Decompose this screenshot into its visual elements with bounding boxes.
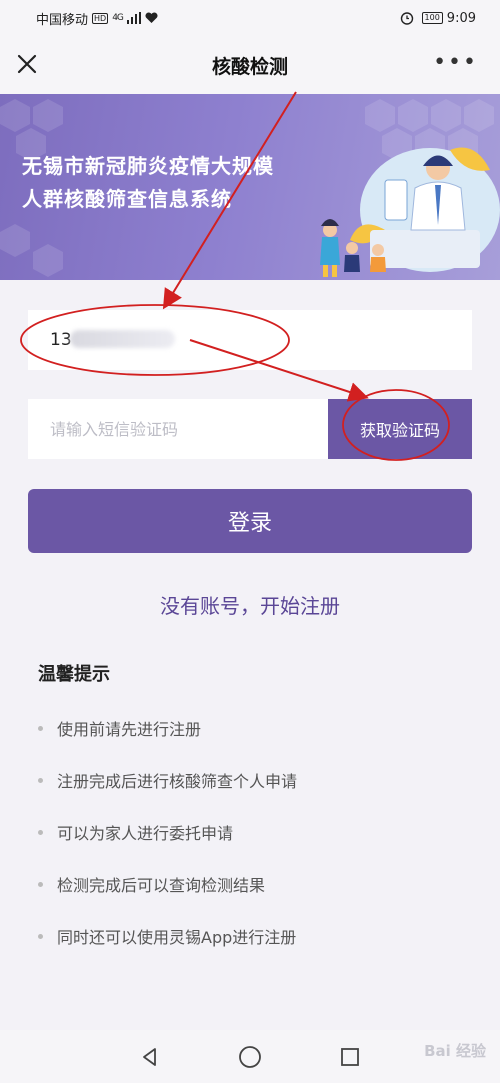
clock: 9:09 (446, 10, 476, 26)
carrier-name: 中国移动 (36, 12, 89, 28)
tips-title: 温馨提示 (38, 664, 110, 685)
banner-line-2: 人群核酸筛查信息系统 (22, 187, 232, 211)
register-link[interactable]: 没有账号，开始注册 (0, 590, 500, 619)
page-title: 核酸检测 (211, 55, 288, 78)
bullet-icon (38, 881, 43, 887)
login-button[interactable]: 登录 (28, 489, 472, 553)
tip-text: 可以为家人进行委托申请 (57, 824, 234, 843)
close-icon[interactable] (14, 51, 40, 77)
hd-icon: HD (92, 12, 109, 24)
banner-text: 无锡市新冠肺炎疫情大规模 人群核酸筛查信息系统 (22, 150, 274, 216)
heart-icon (145, 12, 158, 23)
battery-icon: 100 (421, 12, 443, 24)
page: 中国移动 HD 4G 100 9:09 核酸检测 ••• 无锡市新冠肺炎疫情大规… (0, 0, 500, 1083)
nav-bar: 核酸检测 ••• (0, 36, 500, 94)
tip-item: 可以为家人进行委托申请 (38, 806, 297, 858)
bullet-icon (38, 777, 43, 783)
tip-text: 同时还可以使用灵锡App进行注册 (57, 928, 297, 947)
bullet-icon (38, 829, 43, 835)
sms-code-input[interactable] (28, 399, 328, 459)
tip-item: 注册完成后进行核酸筛查个人申请 (38, 754, 297, 806)
tip-text: 检测完成后可以查询检测结果 (57, 876, 266, 895)
get-code-button[interactable]: 获取验证码 (328, 399, 472, 459)
bullet-icon (38, 725, 43, 731)
more-menu-icon[interactable]: ••• (433, 52, 478, 74)
watermark: Bai 经验 (424, 1042, 486, 1060)
doctor-illustration-icon (320, 147, 500, 277)
back-icon[interactable] (135, 1042, 165, 1072)
tip-text: 使用前请先进行注册 (57, 720, 202, 739)
tip-text: 注册完成后进行核酸筛查个人申请 (57, 772, 298, 791)
tip-item: 同时还可以使用灵锡App进行注册 (38, 910, 297, 962)
status-right: 100 9:09 (400, 11, 476, 26)
tips-list: 使用前请先进行注册 注册完成后进行核酸筛查个人申请 可以为家人进行委托申请 检测… (38, 702, 297, 962)
banner-line-1: 无锡市新冠肺炎疫情大规模 (22, 154, 274, 178)
alarm-icon (400, 12, 413, 25)
home-icon[interactable] (235, 1042, 265, 1072)
signal-icon (126, 12, 141, 24)
status-left: 中国移动 HD 4G (36, 9, 158, 28)
signal-label: 4G (112, 13, 124, 23)
banner: 无锡市新冠肺炎疫情大规模 人群核酸筛查信息系统 (0, 94, 500, 280)
bullet-icon (38, 933, 43, 939)
phone-number-blur (70, 330, 175, 348)
recents-icon[interactable] (335, 1042, 365, 1072)
status-bar: 中国移动 HD 4G 100 9:09 (0, 0, 500, 36)
tip-item: 检测完成后可以查询检测结果 (38, 858, 297, 910)
tip-item: 使用前请先进行注册 (38, 702, 297, 754)
